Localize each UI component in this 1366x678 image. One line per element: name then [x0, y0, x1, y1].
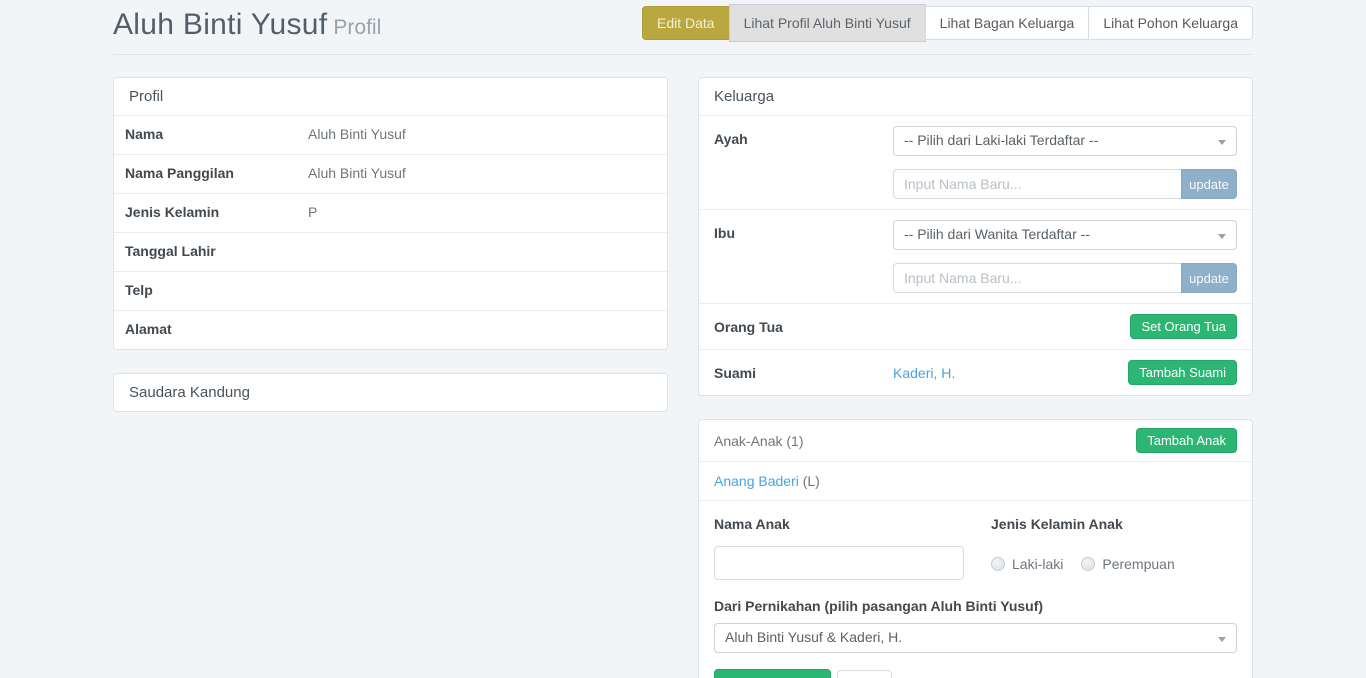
table-row: Jenis Kelamin P — [114, 193, 667, 232]
page-title: Aluh Binti Yusuf — [113, 8, 327, 42]
suami-link[interactable]: Kaderi, H. — [893, 365, 955, 381]
pernikahan-select[interactable]: Aluh Binti Yusuf & Kaderi, H. — [714, 623, 1237, 653]
saudara-kandung-panel-title: Saudara Kandung — [114, 374, 667, 411]
lihat-pohon-keluarga-button[interactable]: Lihat Pohon Keluarga — [1088, 6, 1253, 40]
nama-anak-label: Nama Anak — [714, 516, 976, 532]
ibu-new-name-input[interactable] — [893, 263, 1181, 293]
ayah-row: Ayah -- Pilih dari Laki-laki Terdaftar -… — [699, 115, 1252, 209]
table-row: Tanggal Lahir — [114, 232, 667, 271]
chevron-down-icon — [1218, 637, 1226, 642]
ayah-select[interactable]: -- Pilih dari Laki-laki Terdaftar -- — [893, 126, 1237, 156]
orang-tua-row: Orang Tua Set Orang Tua — [699, 303, 1252, 349]
radio-perempuan-label: Perempuan — [1102, 556, 1174, 572]
row-value: P — [308, 204, 317, 220]
row-label: Nama Panggilan — [125, 165, 308, 181]
row-label: Jenis Kelamin — [125, 204, 308, 220]
pernikahan-select-value: Aluh Binti Yusuf & Kaderi, H. — [725, 629, 902, 645]
table-row: Nama Aluh Binti Yusuf — [114, 115, 667, 154]
anak-anak-panel-title: Anak-Anak (1) — [714, 433, 803, 449]
row-label: Telp — [125, 282, 308, 298]
page-header: Aluh Binti Yusuf Profil Edit Data Lihat P… — [113, 0, 1253, 55]
lihat-profil-button[interactable]: Lihat Profil Aluh Binti Yusuf — [729, 4, 926, 42]
chevron-down-icon — [1218, 140, 1226, 145]
child-gender-suffix: (L) — [803, 473, 820, 489]
batal-button[interactable]: Batal — [837, 670, 893, 678]
saudara-kandung-panel: Saudara Kandung — [113, 373, 668, 412]
profil-panel: Profil Nama Aluh Binti Yusuf Nama Panggi… — [113, 77, 668, 350]
edit-data-button[interactable]: Edit Data — [642, 6, 730, 40]
suami-row: Suami Kaderi, H. Tambah Suami — [699, 349, 1252, 395]
chevron-down-icon — [1218, 234, 1226, 239]
nama-anak-input[interactable] — [714, 546, 964, 580]
ibu-select-value: -- Pilih dari Wanita Terdaftar -- — [904, 226, 1090, 242]
suami-label: Suami — [714, 365, 893, 381]
row-label: Alamat — [125, 321, 308, 337]
ibu-select[interactable]: -- Pilih dari Wanita Terdaftar -- — [893, 220, 1237, 250]
radio-icon — [991, 557, 1005, 571]
tambah-anak-header-button[interactable]: Tambah Anak — [1136, 428, 1237, 453]
anak-anak-panel: Anak-Anak (1) Tambah Anak Anang Baderi (… — [698, 419, 1253, 678]
child-name-link[interactable]: Anang Baderi — [714, 473, 799, 489]
set-orang-tua-button[interactable]: Set Orang Tua — [1130, 314, 1237, 339]
table-row: Nama Panggilan Aluh Binti Yusuf — [114, 154, 667, 193]
radio-laki-laki[interactable]: Laki-laki — [991, 556, 1063, 572]
child-list-item: Anang Baderi (L) — [699, 461, 1252, 500]
radio-perempuan[interactable]: Perempuan — [1081, 556, 1174, 572]
tambah-anak-submit-button[interactable]: Tambah Anak — [714, 669, 831, 678]
ibu-row: Ibu -- Pilih dari Wanita Terdaftar -- up… — [699, 209, 1252, 303]
keluarga-panel: Keluarga Ayah -- Pilih dari Laki-laki Te… — [698, 77, 1253, 396]
ibu-update-button[interactable]: update — [1181, 263, 1237, 293]
table-row: Alamat — [114, 310, 667, 349]
nama-link[interactable]: Aluh Binti Yusuf — [308, 126, 406, 142]
ayah-label: Ayah — [714, 126, 893, 147]
row-label: Tanggal Lahir — [125, 243, 308, 259]
jenis-kelamin-anak-label: Jenis Kelamin Anak — [991, 516, 1237, 532]
ayah-select-value: -- Pilih dari Laki-laki Terdaftar -- — [904, 132, 1098, 148]
dari-pernikahan-label: Dari Pernikahan (pilih pasangan Aluh Bin… — [714, 598, 1237, 614]
ibu-label: Ibu — [714, 220, 893, 241]
ayah-new-name-input[interactable] — [893, 169, 1181, 199]
orang-tua-label: Orang Tua — [714, 319, 893, 335]
radio-laki-laki-label: Laki-laki — [1012, 556, 1063, 572]
row-value: Aluh Binti Yusuf — [308, 165, 406, 181]
row-label: Nama — [125, 126, 308, 142]
table-row: Telp — [114, 271, 667, 310]
add-child-form: Nama Anak Jenis Kelamin Anak Laki-laki — [699, 500, 1252, 678]
lihat-bagan-keluarga-button[interactable]: Lihat Bagan Keluarga — [925, 6, 1090, 40]
profil-panel-title: Profil — [114, 78, 667, 115]
ayah-update-button[interactable]: update — [1181, 169, 1237, 199]
view-button-group: Edit Data Lihat Profil Aluh Binti Yusuf … — [642, 4, 1253, 42]
radio-icon — [1081, 557, 1095, 571]
tambah-suami-button[interactable]: Tambah Suami — [1128, 360, 1237, 385]
keluarga-panel-title: Keluarga — [699, 78, 1252, 115]
page-subtitle: Profil — [333, 16, 381, 39]
